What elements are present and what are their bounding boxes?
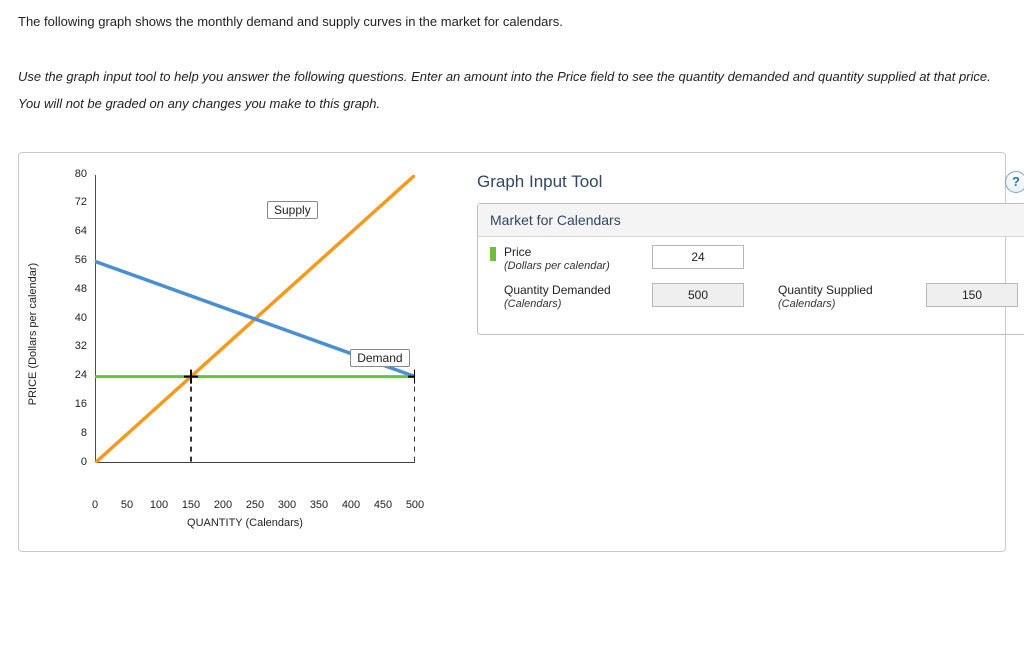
- quantity-row: Quantity Demanded (Calendars) 500 Quanti…: [490, 283, 1018, 312]
- demand-series-label: Demand: [350, 349, 409, 367]
- x-axis-label: QUANTITY (Calendars): [85, 517, 405, 529]
- tool-body: Market for Calendars Price (Dollars per …: [477, 203, 1024, 336]
- tool-title: Graph Input Tool: [477, 172, 602, 192]
- y-axis-label: PRICE (Dollars per calendar): [27, 262, 39, 404]
- supply-series-label: Supply: [267, 201, 318, 219]
- plot-area[interactable]: Supply Demand: [95, 175, 415, 463]
- qd-output: 500: [652, 283, 744, 307]
- price-input[interactable]: 24: [652, 245, 744, 269]
- graph-input-tool: Graph Input Tool ? Market for Calendars …: [477, 169, 1024, 336]
- tool-section-header: Market for Calendars: [478, 204, 1024, 237]
- chart-block: PRICE (Dollars per calendar) 08162432404…: [37, 169, 457, 529]
- price-label: Price: [504, 245, 644, 260]
- price-row: Price (Dollars per calendar) 24: [490, 245, 1018, 274]
- qd-sublabel: (Calendars): [504, 298, 644, 312]
- x-ticks: 050100150200250300350400450500: [95, 499, 415, 515]
- plot-svg[interactable]: [95, 175, 415, 463]
- price-sublabel: (Dollars per calendar): [504, 260, 644, 274]
- qd-label: Quantity Demanded: [504, 283, 644, 298]
- chart-frame[interactable]: PRICE (Dollars per calendar) 08162432404…: [37, 169, 437, 499]
- help-icon[interactable]: ?: [1005, 171, 1024, 193]
- graph-panel: PRICE (Dollars per calendar) 08162432404…: [18, 152, 1006, 552]
- qs-output: 150: [926, 283, 1018, 307]
- qs-sublabel: (Calendars): [778, 298, 918, 312]
- intro-text-2: Use the graph input tool to help you ans…: [18, 63, 1006, 118]
- qs-label: Quantity Supplied: [778, 283, 918, 298]
- price-swatch-icon: [490, 247, 496, 261]
- intro-text-1: The following graph shows the monthly de…: [18, 14, 1006, 29]
